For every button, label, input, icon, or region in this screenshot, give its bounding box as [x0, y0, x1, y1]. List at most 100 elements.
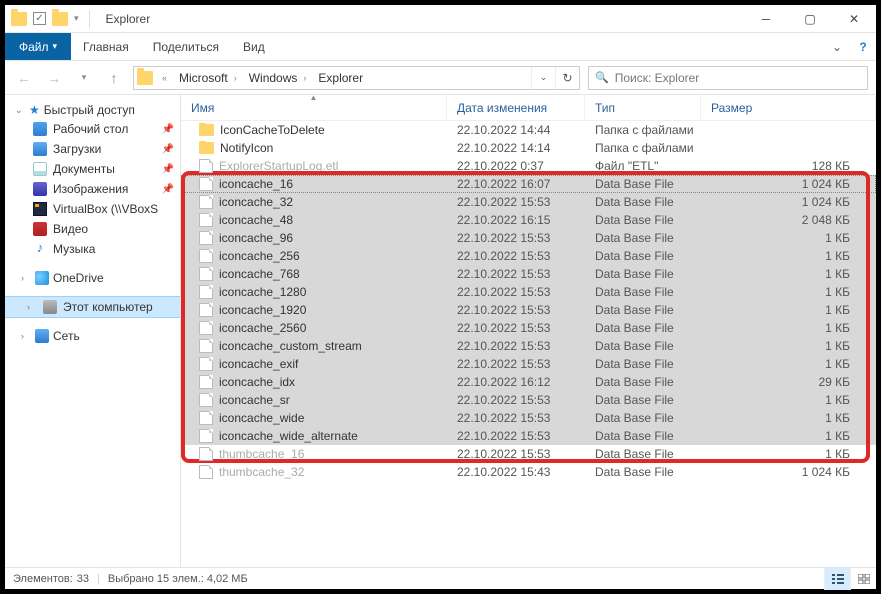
- table-row[interactable]: iconcache_192022.10.2022 15:53Data Base …: [181, 301, 876, 319]
- maximize-button[interactable]: ▢: [788, 5, 832, 33]
- view-details-button[interactable]: [824, 568, 850, 590]
- file-date: 22.10.2022 15:53: [447, 231, 585, 245]
- qat-dropdown-icon[interactable]: ▾: [74, 13, 79, 24]
- sidebar-item[interactable]: Загрузки📌: [5, 139, 180, 159]
- file-name: iconcache_wide: [219, 411, 304, 425]
- breadcrumb[interactable]: Windows›: [243, 67, 313, 89]
- file-icon: [199, 213, 213, 227]
- recent-dropdown[interactable]: ▾: [73, 67, 95, 89]
- column-type[interactable]: Тип: [585, 95, 701, 120]
- file-icon: [199, 339, 213, 353]
- forward-button[interactable]: →: [43, 67, 65, 89]
- file-icon: [199, 177, 213, 191]
- file-icon: [199, 195, 213, 209]
- file-name: iconcache_1280: [219, 285, 306, 299]
- file-type: Data Base File: [585, 375, 701, 389]
- onedrive-icon: [35, 271, 49, 285]
- breadcrumb[interactable]: Explorer: [312, 67, 369, 89]
- table-row[interactable]: iconcache_1622.10.2022 16:07Data Base Fi…: [181, 175, 876, 193]
- ribbon-expand-icon[interactable]: ⌄: [824, 33, 850, 60]
- file-type: Data Base File: [585, 411, 701, 425]
- file-icon: [199, 231, 213, 245]
- minimize-button[interactable]: ─: [744, 5, 788, 33]
- sidebar-item-label: VirtualBox (\\VBoxS: [53, 202, 158, 216]
- sidebar-onedrive[interactable]: › OneDrive: [5, 269, 180, 287]
- search-input[interactable]: 🔍 Поиск: Explorer: [588, 66, 868, 90]
- sidebar-quick-access[interactable]: ⌄ ★ Быстрый доступ: [5, 101, 180, 119]
- pin-icon: 📌: [162, 184, 174, 195]
- table-row[interactable]: NotifyIcon22.10.2022 14:14Папка с файлам…: [181, 139, 876, 157]
- table-row[interactable]: iconcache_wide_alternate22.10.2022 15:53…: [181, 427, 876, 445]
- file-type: Data Base File: [585, 465, 701, 479]
- tab-share[interactable]: Поделиться: [141, 33, 231, 60]
- qat-properties-icon[interactable]: ✓: [33, 12, 46, 25]
- file-size: 1 КБ: [701, 447, 876, 461]
- table-row[interactable]: iconcache_25622.10.2022 15:53Data Base F…: [181, 247, 876, 265]
- table-row[interactable]: iconcache_9622.10.2022 15:53Data Base Fi…: [181, 229, 876, 247]
- table-row[interactable]: iconcache_sr22.10.2022 15:53Data Base Fi…: [181, 391, 876, 409]
- file-type: Папка с файлами: [585, 123, 701, 137]
- table-row[interactable]: iconcache_3222.10.2022 15:53Data Base Fi…: [181, 193, 876, 211]
- table-row[interactable]: iconcache_76822.10.2022 15:53Data Base F…: [181, 265, 876, 283]
- file-date: 22.10.2022 14:44: [447, 123, 585, 137]
- column-name[interactable]: Имя ▲: [181, 95, 447, 120]
- column-headers: Имя ▲ Дата изменения Тип Размер: [181, 95, 876, 121]
- sidebar-item[interactable]: ♪Музыка: [5, 239, 180, 259]
- refresh-button[interactable]: ↻: [555, 67, 579, 89]
- table-row[interactable]: IconCacheToDelete22.10.2022 14:44Папка с…: [181, 121, 876, 139]
- tab-home[interactable]: Главная: [71, 33, 141, 60]
- ribbon: Файл ▾ Главная Поделиться Вид ⌄ ?: [5, 33, 876, 61]
- sidebar-item[interactable]: Документы📌: [5, 159, 180, 179]
- table-row[interactable]: thumbcache_3222.10.2022 15:43Data Base F…: [181, 463, 876, 481]
- sidebar-item[interactable]: VirtualBox (\\VBoxS: [5, 199, 180, 219]
- tab-view[interactable]: Вид: [231, 33, 277, 60]
- table-row[interactable]: iconcache_wide 22.10.2022 15:53Data Base …: [181, 409, 876, 427]
- docs-icon: [33, 162, 47, 176]
- table-row[interactable]: iconcache_256022.10.2022 15:53Data Base …: [181, 319, 876, 337]
- view-thumbnails-button[interactable]: [850, 568, 876, 590]
- table-row[interactable]: iconcache_idx22.10.2022 16:12Data Base F…: [181, 373, 876, 391]
- status-selection: Выбрано 15 элем.: 4,02 МБ: [108, 573, 248, 585]
- table-row[interactable]: iconcache_128022.10.2022 15:53Data Base …: [181, 283, 876, 301]
- file-type: Data Base File: [585, 321, 701, 335]
- file-icon: [199, 267, 213, 281]
- tab-file[interactable]: Файл ▾: [5, 33, 71, 60]
- file-list[interactable]: IconCacheToDelete22.10.2022 14:44Папка с…: [181, 121, 876, 567]
- file-date: 22.10.2022 15:53: [447, 411, 585, 425]
- help-button[interactable]: ?: [850, 33, 876, 60]
- table-row[interactable]: iconcache_custom_stream22.10.2022 15:53D…: [181, 337, 876, 355]
- sidebar-item[interactable]: Рабочий стол📌: [5, 119, 180, 139]
- table-row[interactable]: iconcache_4822.10.2022 16:15Data Base Fi…: [181, 211, 876, 229]
- sidebar-this-pc[interactable]: › Этот компьютер: [5, 297, 180, 317]
- file-name: iconcache_32: [219, 195, 293, 209]
- breadcrumb[interactable]: Microsoft›: [173, 67, 243, 89]
- file-date: 22.10.2022 15:53: [447, 195, 585, 209]
- column-date[interactable]: Дата изменения: [447, 95, 585, 120]
- back-button[interactable]: ←: [13, 67, 35, 89]
- file-name: iconcache_768: [219, 267, 300, 281]
- search-placeholder: Поиск: Explorer: [615, 71, 700, 85]
- address-dropdown-button[interactable]: ⌄: [531, 67, 555, 89]
- up-button[interactable]: ↑: [103, 67, 125, 89]
- table-row[interactable]: ExplorerStartupLog.etl22.10.2022 0:37Фай…: [181, 157, 876, 175]
- file-date: 22.10.2022 16:07: [447, 177, 585, 191]
- pc-icon: [43, 300, 57, 314]
- file-icon: [199, 429, 213, 443]
- file-name: iconcache_wide_alternate: [219, 429, 358, 443]
- file-size: 1 КБ: [701, 249, 876, 263]
- sidebar-item[interactable]: Видео: [5, 219, 180, 239]
- file-type: Data Base File: [585, 447, 701, 461]
- close-button[interactable]: ✕: [832, 5, 876, 33]
- breadcrumb-overflow-icon[interactable]: «: [162, 73, 167, 83]
- sidebar-item[interactable]: Изображения📌: [5, 179, 180, 199]
- column-size[interactable]: Размер: [701, 95, 876, 120]
- qat-newfolder-icon[interactable]: [52, 12, 68, 26]
- address-bar[interactable]: « Microsoft› Windows› Explorer ⌄ ↻: [133, 66, 580, 90]
- file-size: 1 КБ: [701, 303, 876, 317]
- file-date: 22.10.2022 16:12: [447, 375, 585, 389]
- table-row[interactable]: thumbcache_1622.10.2022 15:53Data Base F…: [181, 445, 876, 463]
- file-icon: [199, 465, 213, 479]
- table-row[interactable]: iconcache_exif22.10.2022 15:53Data Base …: [181, 355, 876, 373]
- sidebar-network[interactable]: › Сеть: [5, 327, 180, 345]
- sidebar-item-label: Рабочий стол: [53, 122, 128, 136]
